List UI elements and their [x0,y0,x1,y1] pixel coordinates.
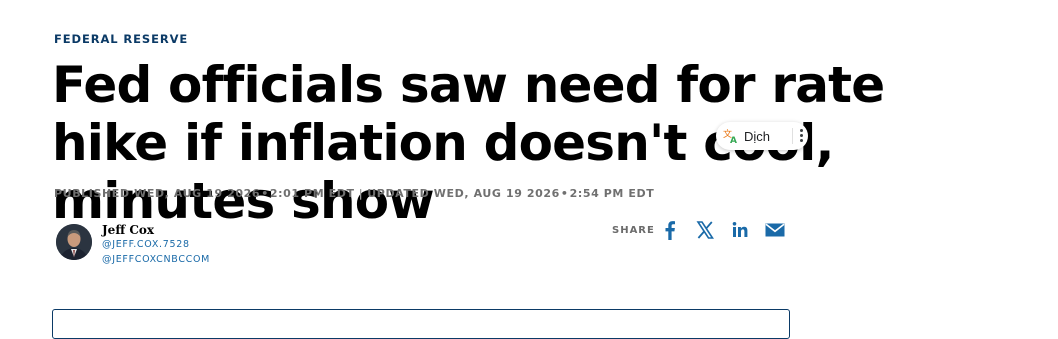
translate-popup[interactable]: 文 A Dịch [716,122,808,150]
article-timestamps: PUBLISHED WED, AUG 19 2026•2:01 PM EDT | U… [54,187,654,200]
author-name[interactable]: Jeff Cox [102,223,154,237]
updated-date: UPDATED WED, AUG 19 2026 [367,187,560,200]
linkedin-icon [732,222,748,237]
author-twitter-link[interactable]: @JEFFCOXCNBCCOM [102,254,210,265]
author-photo [56,224,92,260]
linkedin-share-button[interactable] [732,220,748,240]
translate-icon: 文 A [723,128,737,144]
author-avatar[interactable] [56,224,92,260]
article-headline: Fed officials saw need for rate hike if … [52,56,885,230]
translate-label[interactable]: Dịch [744,129,770,144]
author-handle-link[interactable]: @JEFF.COX.7528 [102,239,190,250]
updated-time: 2:54 PM EDT [569,187,655,200]
facebook-icon [665,221,675,240]
x-icon [696,221,714,239]
facebook-share-button[interactable] [664,220,676,240]
x-share-button[interactable] [696,220,714,240]
bullet-separator: • [261,187,269,200]
content-box [52,309,790,339]
share-label: SHARE [612,225,655,236]
svg-text:A: A [730,136,737,144]
email-share-button[interactable] [765,220,785,240]
published-date: PUBLISHED WED, AUG 19 2026 [54,187,261,200]
popup-divider [792,128,793,144]
published-time: 2:01 PM EDT [269,187,355,200]
more-options-icon[interactable] [800,129,804,143]
bullet-separator: • [560,187,569,200]
pipe-separator: | [358,187,364,200]
email-icon [765,223,785,237]
section-eyebrow-link[interactable]: FEDERAL RESERVE [54,32,188,46]
